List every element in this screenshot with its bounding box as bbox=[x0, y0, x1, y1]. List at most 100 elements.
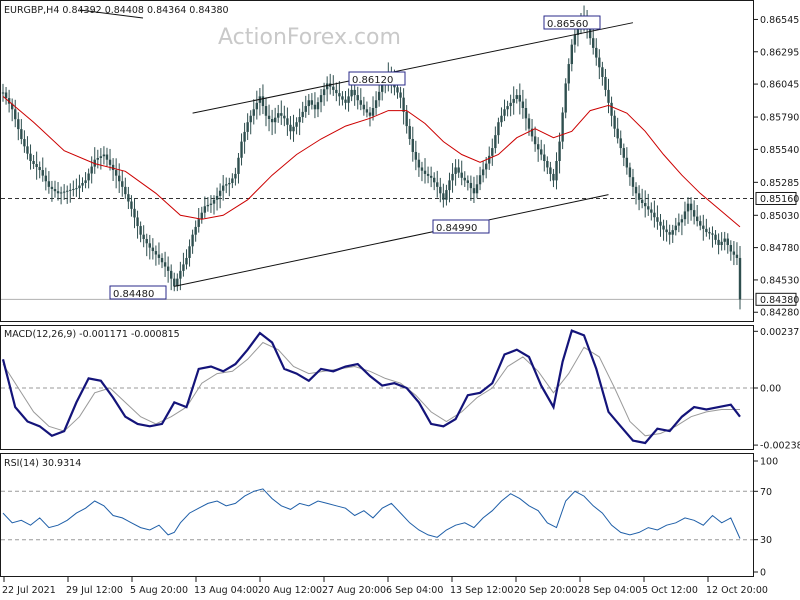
price-axis-label: 0.85790 bbox=[760, 113, 799, 124]
candle-body bbox=[555, 161, 558, 181]
candle bbox=[439, 177, 442, 203]
candle-body bbox=[460, 172, 463, 178]
candle bbox=[506, 100, 509, 117]
candle-body bbox=[521, 101, 525, 108]
candle-body bbox=[72, 189, 75, 191]
price-axis-label: 0.86295 bbox=[760, 47, 799, 58]
time-axis-label: 20 Aug 12:00 bbox=[258, 585, 322, 596]
candle bbox=[423, 158, 427, 184]
candle bbox=[402, 88, 405, 125]
candle-body bbox=[423, 170, 427, 174]
candle bbox=[316, 97, 320, 118]
candle-body bbox=[353, 89, 356, 96]
candle bbox=[714, 230, 717, 245]
candle bbox=[729, 240, 733, 261]
time-axis-label: 22 Jul 2021 bbox=[2, 585, 56, 596]
candle-body bbox=[625, 157, 629, 168]
candle bbox=[280, 100, 283, 125]
candle-body bbox=[536, 144, 540, 150]
candle bbox=[301, 101, 304, 123]
candle bbox=[142, 225, 145, 248]
candle bbox=[466, 175, 470, 191]
candle bbox=[121, 170, 124, 197]
candle-body bbox=[350, 89, 353, 97]
time-axis-label: 5 Oct 12:00 bbox=[642, 585, 698, 596]
candle bbox=[72, 180, 75, 197]
candle-body bbox=[723, 238, 726, 242]
candle-body bbox=[243, 131, 246, 142]
svg-text:0.86560: 0.86560 bbox=[547, 19, 588, 30]
candle bbox=[726, 233, 729, 254]
candle-body bbox=[570, 44, 574, 65]
candle bbox=[610, 96, 613, 127]
candle-body bbox=[75, 188, 78, 190]
candle bbox=[536, 137, 540, 162]
candle bbox=[420, 161, 424, 182]
candle-body bbox=[32, 161, 35, 165]
candle bbox=[368, 106, 372, 127]
candle-body bbox=[692, 210, 696, 217]
candle-body bbox=[610, 102, 613, 116]
candle-body bbox=[53, 189, 57, 192]
candle-body bbox=[14, 109, 17, 120]
candle bbox=[463, 171, 466, 187]
candle-body bbox=[598, 57, 601, 68]
candle-body bbox=[595, 47, 598, 58]
candle bbox=[292, 114, 295, 142]
candle bbox=[286, 107, 289, 136]
candle bbox=[429, 166, 433, 188]
candle-body bbox=[436, 182, 439, 187]
candle bbox=[173, 272, 176, 292]
candle-body bbox=[411, 139, 414, 152]
candle-body bbox=[160, 257, 164, 263]
candle bbox=[613, 110, 616, 138]
candle-body bbox=[637, 193, 641, 200]
svg-text:0.85160: 0.85160 bbox=[760, 194, 799, 205]
candle-body bbox=[481, 169, 485, 176]
candle bbox=[567, 58, 570, 91]
macd-signal-line bbox=[2, 341, 740, 437]
candle bbox=[249, 110, 252, 135]
price-axis-label: 0.86045 bbox=[760, 80, 799, 91]
time-axis-label: 27 Aug 20:00 bbox=[322, 585, 386, 596]
candle-body bbox=[173, 278, 176, 287]
candle bbox=[683, 201, 687, 226]
candle-body bbox=[118, 175, 121, 182]
candle-body bbox=[84, 180, 87, 183]
candle-body bbox=[215, 195, 219, 200]
candle bbox=[341, 91, 344, 106]
candle bbox=[634, 182, 638, 205]
candle-body bbox=[218, 190, 222, 196]
candle-body bbox=[396, 87, 399, 93]
candle-body bbox=[432, 177, 436, 183]
candle bbox=[151, 238, 155, 260]
candle bbox=[44, 167, 48, 191]
candle bbox=[359, 88, 362, 111]
candle bbox=[631, 168, 635, 196]
candle-body bbox=[169, 270, 173, 279]
candle bbox=[543, 144, 546, 172]
candle-body bbox=[20, 129, 23, 140]
candle bbox=[674, 217, 677, 236]
time-axis-label: 6 Sep 04:00 bbox=[386, 585, 443, 596]
candle bbox=[460, 160, 463, 186]
candle-body bbox=[705, 228, 708, 233]
candle-body bbox=[512, 98, 515, 103]
candle-body bbox=[426, 173, 430, 176]
candle bbox=[668, 224, 671, 245]
candle bbox=[81, 177, 84, 192]
candle bbox=[558, 132, 561, 174]
candle bbox=[619, 130, 622, 155]
candle bbox=[84, 172, 87, 189]
candle bbox=[656, 205, 659, 230]
candle-body bbox=[292, 126, 295, 132]
candle bbox=[426, 166, 430, 184]
candle bbox=[234, 167, 237, 186]
last-price-box: 0.84380 bbox=[755, 292, 799, 306]
candle bbox=[494, 126, 497, 154]
candle-body bbox=[283, 115, 286, 119]
candle-body bbox=[543, 154, 546, 161]
label-box-aug-low: 0.84480 bbox=[109, 285, 167, 300]
candle-body bbox=[295, 122, 298, 127]
candle-body bbox=[209, 203, 213, 205]
